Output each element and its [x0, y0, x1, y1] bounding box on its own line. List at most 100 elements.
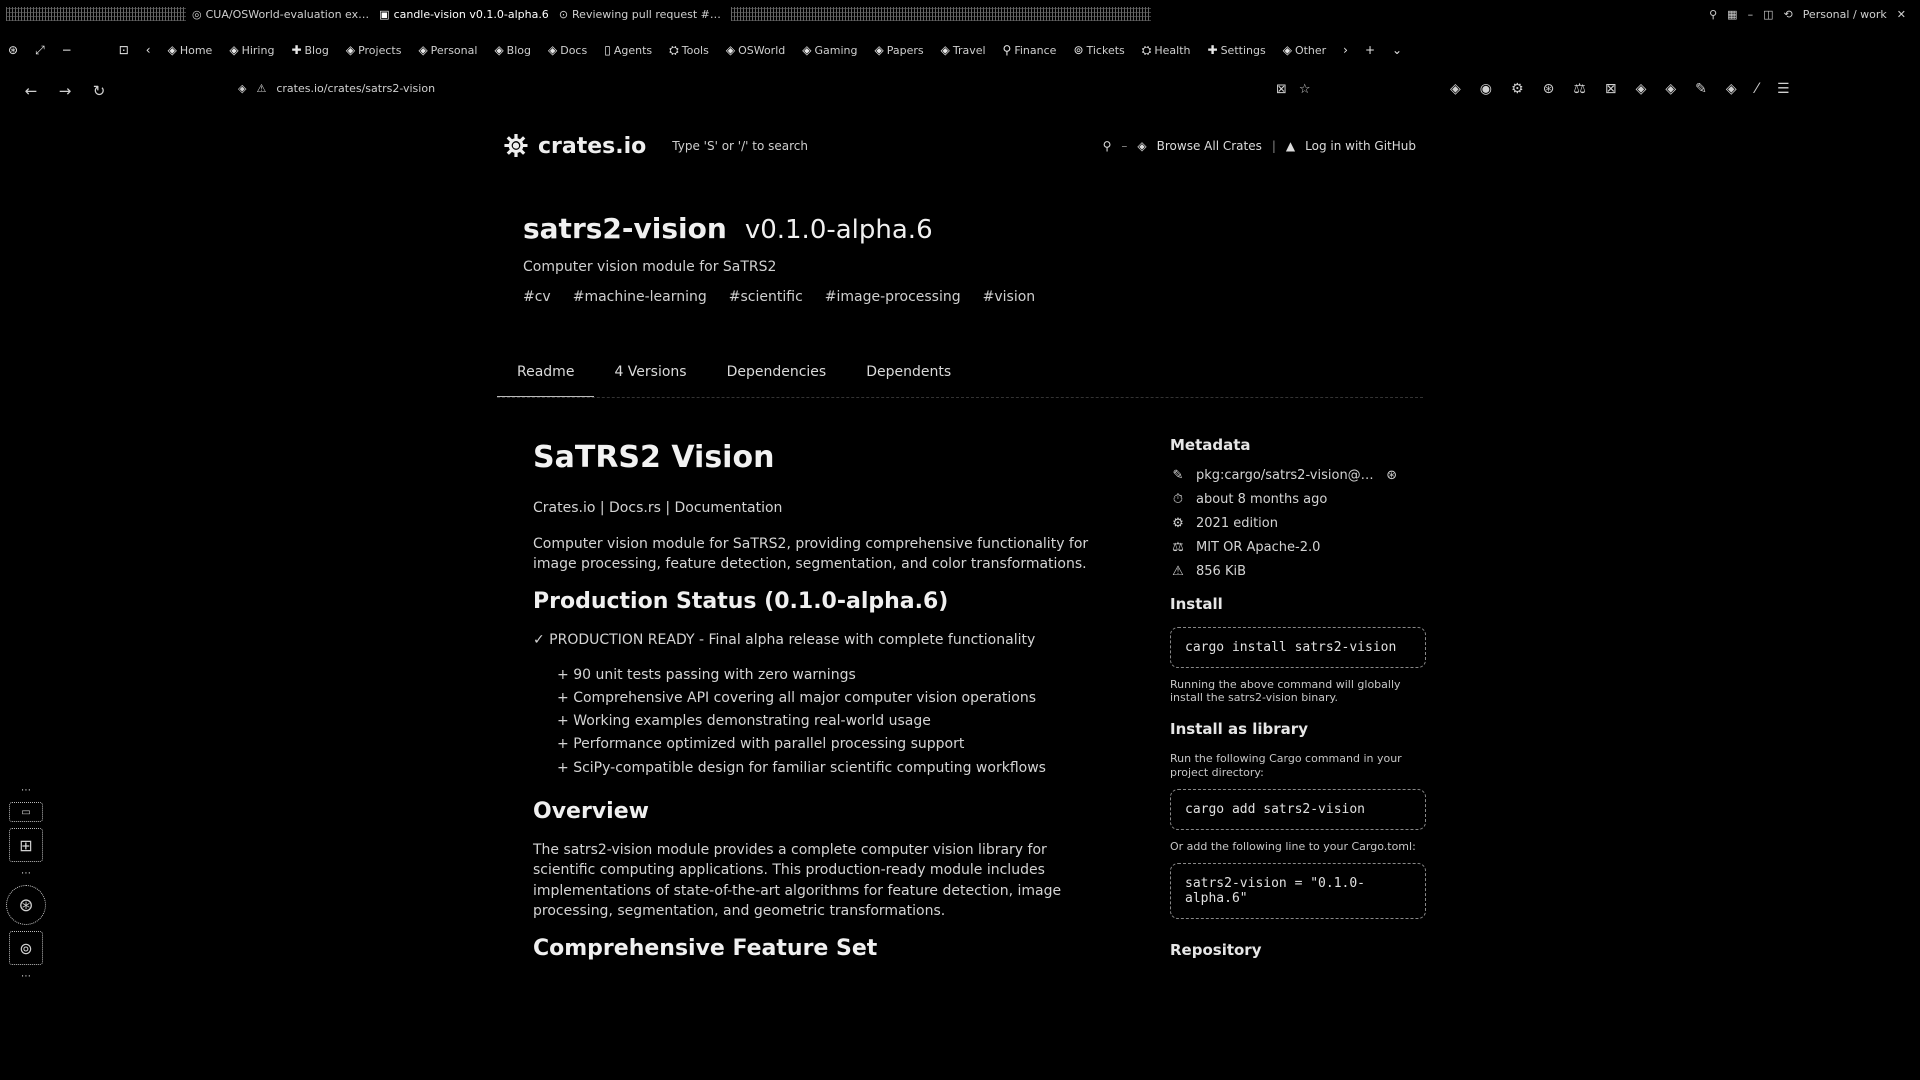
tab-versions[interactable]: 4 Versions	[594, 362, 706, 397]
extension-icon-1[interactable]: ◈	[1450, 81, 1461, 97]
extension-icon-5[interactable]: ⚖	[1573, 81, 1586, 97]
bookmark-personal[interactable]: ◈ Personal	[418, 43, 477, 57]
toml-line[interactable]: satrs2-vision = "0.1.0-alpha.6"	[1170, 862, 1426, 919]
browser-tabstrip: ◎ CUA/OSWorld-evaluation ex… ▣ candle-visi…	[0, 0, 1920, 28]
dock-divider-icon: ⋯	[21, 868, 31, 879]
bookmarks-overflow-icon[interactable]: ›	[1343, 43, 1348, 57]
bookmark-home[interactable]: ◈ Home	[168, 43, 213, 57]
dock-item-1[interactable]: ▭	[9, 802, 43, 822]
features-heading: Comprehensive Feature Set	[533, 936, 878, 962]
search-icon[interactable]: ⚲	[1103, 139, 1112, 153]
dock-item-2[interactable]: ⊞	[9, 828, 43, 862]
keyword-link[interactable]: #scientific	[729, 289, 803, 305]
bookmark-docs[interactable]: ◈ Docs	[548, 43, 587, 57]
browser-tab-active[interactable]: ▣ candle-vision v0.1.0-alpha.6	[379, 8, 549, 21]
extension-icon-7[interactable]: ◈	[1636, 81, 1647, 97]
site-info-icon[interactable]: ◈	[238, 82, 246, 95]
crate-version: v0.1.0-alpha.6	[744, 215, 933, 245]
close-button[interactable]: ✕	[1897, 8, 1906, 21]
url-text[interactable]: crates.io/crates/satrs2-vision	[276, 82, 435, 95]
bookmark-gaming[interactable]: ◈ Gaming	[802, 43, 857, 57]
keyword-link[interactable]: #image-processing	[825, 289, 961, 305]
dock-item-4[interactable]: ⊚	[9, 931, 43, 965]
install-command[interactable]: cargo install satrs2-vision	[1170, 627, 1426, 668]
new-tab-icon[interactable]: +	[1365, 43, 1375, 57]
keyword-link[interactable]: #cv	[523, 289, 551, 305]
minimize-button[interactable]: –	[1748, 8, 1754, 21]
tab-favicon-noise	[6, 7, 186, 21]
overview-heading: Overview	[533, 799, 649, 825]
dock-item-3[interactable]: ⊛	[6, 885, 46, 925]
browser-tab[interactable]: ◎ CUA/OSWorld-evaluation ex…	[192, 8, 369, 21]
menu-icon[interactable]: ☰	[1777, 81, 1790, 97]
tab-dependents[interactable]: Dependents	[846, 362, 971, 397]
overview-text: The satrs2-vision module provides a comp…	[533, 841, 1062, 919]
menu-icon[interactable]: ⊛	[8, 43, 18, 57]
star-icon[interactable]: ☆	[1299, 82, 1311, 97]
collapse-icon[interactable]: −	[62, 43, 72, 57]
tab-search-icon[interactable]: ⌄	[1392, 43, 1402, 57]
keyword-list: #cv #machine-learning #scientific #image…	[523, 289, 1423, 305]
address-bar[interactable]: ◈ ⚠ crates.io/crates/satrs2-vision	[238, 82, 435, 95]
readme-badges[interactable]: Crates.io | Docs.rs | Documentation	[533, 498, 1113, 518]
expand-icon[interactable]: ⤢	[35, 43, 45, 58]
login-link[interactable]: Log in with GitHub	[1305, 139, 1416, 153]
crate-description: Computer vision module for SaTRS2	[523, 259, 777, 275]
browser-tab[interactable]: ⊙ Reviewing pull request #…	[559, 8, 721, 21]
search-input[interactable]: Type 'S' or '/' to search	[672, 139, 808, 153]
extension-icon-8[interactable]: ◈	[1665, 81, 1676, 97]
extension-icon-9[interactable]: ✎	[1695, 81, 1707, 97]
bookmark-settings[interactable]: ✚ Settings	[1208, 43, 1266, 57]
back-arrow-icon[interactable]: ‹	[146, 43, 151, 57]
bookmark-health[interactable]: ⛭ Health	[1142, 43, 1191, 58]
bookmark-other[interactable]: ◈ Other	[1283, 43, 1326, 57]
github-icon: ◎	[192, 7, 202, 21]
extension-icon-10[interactable]: ◈	[1726, 81, 1737, 97]
cargo-add-command[interactable]: cargo add satrs2-vision	[1170, 788, 1426, 830]
extension-icon-4[interactable]: ⊛	[1543, 81, 1555, 97]
bookmark-hiring[interactable]: ◈ Hiring	[229, 43, 274, 57]
dock-more-icon[interactable]: ⋯	[21, 971, 31, 982]
list-item: SciPy-compatible design for familiar sci…	[557, 758, 1113, 778]
keyword-link[interactable]: #machine-learning	[573, 289, 707, 305]
status-line: ✓ PRODUCTION READY - Final alpha release…	[533, 632, 1036, 649]
extensions-icon[interactable]: ▦	[1727, 8, 1737, 21]
crates-logo[interactable]: ⛯ crates.io	[504, 129, 646, 164]
list-item: Comprehensive API covering all major com…	[557, 688, 1113, 708]
tab-readme[interactable]: Readme	[497, 362, 595, 397]
bookmark-tickets[interactable]: ⊚ Tickets	[1073, 43, 1124, 57]
bookmark-osworld[interactable]: ◈ OSWorld	[726, 43, 785, 57]
profile-icon[interactable]: ⚲	[1709, 8, 1717, 21]
bookmark-blog-2[interactable]: ◈ Blog	[494, 43, 531, 57]
bookmark-projects[interactable]: ◈ Projects	[346, 43, 402, 57]
profile-label[interactable]: Personal / work	[1803, 8, 1887, 21]
extension-icon-2[interactable]: ◉	[1480, 81, 1492, 97]
bookmark-tools[interactable]: ⛭ Tools	[669, 43, 709, 58]
bookmark-agents[interactable]: ▯ Agents	[604, 43, 652, 57]
bookmark-papers[interactable]: ◈ Papers	[874, 43, 923, 57]
bookmark-travel[interactable]: ◈ Travel	[941, 43, 986, 57]
dock-dots-icon: ⋯	[21, 785, 31, 796]
meta-size: ⚠ 856 KiB	[1170, 564, 1426, 579]
translate-icon[interactable]: ⊠	[1276, 82, 1287, 97]
tab-dependencies[interactable]: Dependencies	[707, 362, 847, 397]
sync-icon[interactable]: ⟲	[1783, 8, 1792, 21]
reader-icon[interactable]: ⊡	[119, 43, 129, 57]
reload-button[interactable]: ↻	[82, 82, 116, 100]
weight-icon: ⚠	[1172, 564, 1184, 579]
maximize-button[interactable]: ◫	[1763, 8, 1773, 21]
back-button[interactable]: ←	[14, 82, 48, 100]
copy-icon[interactable]: ⊛	[1384, 468, 1400, 483]
browse-all-crates-link[interactable]: Browse All Crates	[1157, 139, 1262, 153]
extension-icon-11[interactable]: ⁄	[1756, 81, 1758, 97]
extension-icon-6[interactable]: ⊠	[1605, 81, 1617, 97]
crate-title: satrs2-vision v0.1.0-alpha.6	[523, 212, 1423, 245]
bookmark-finance[interactable]: ⚲ Finance	[1003, 43, 1057, 57]
bookmark-blog[interactable]: ✚ Blog	[291, 43, 328, 57]
clock-icon: ⏱	[1172, 492, 1184, 507]
keyword-link[interactable]: #vision	[983, 289, 1036, 305]
status-heading: Production Status (0.1.0-alpha.6)	[533, 589, 949, 615]
navigation-bar: ← → ↻ ◈ ⚠ crates.io/crates/satrs2-vision…	[0, 78, 1920, 104]
forward-button[interactable]: →	[48, 82, 82, 100]
extension-icon-3[interactable]: ⚙	[1511, 81, 1524, 97]
